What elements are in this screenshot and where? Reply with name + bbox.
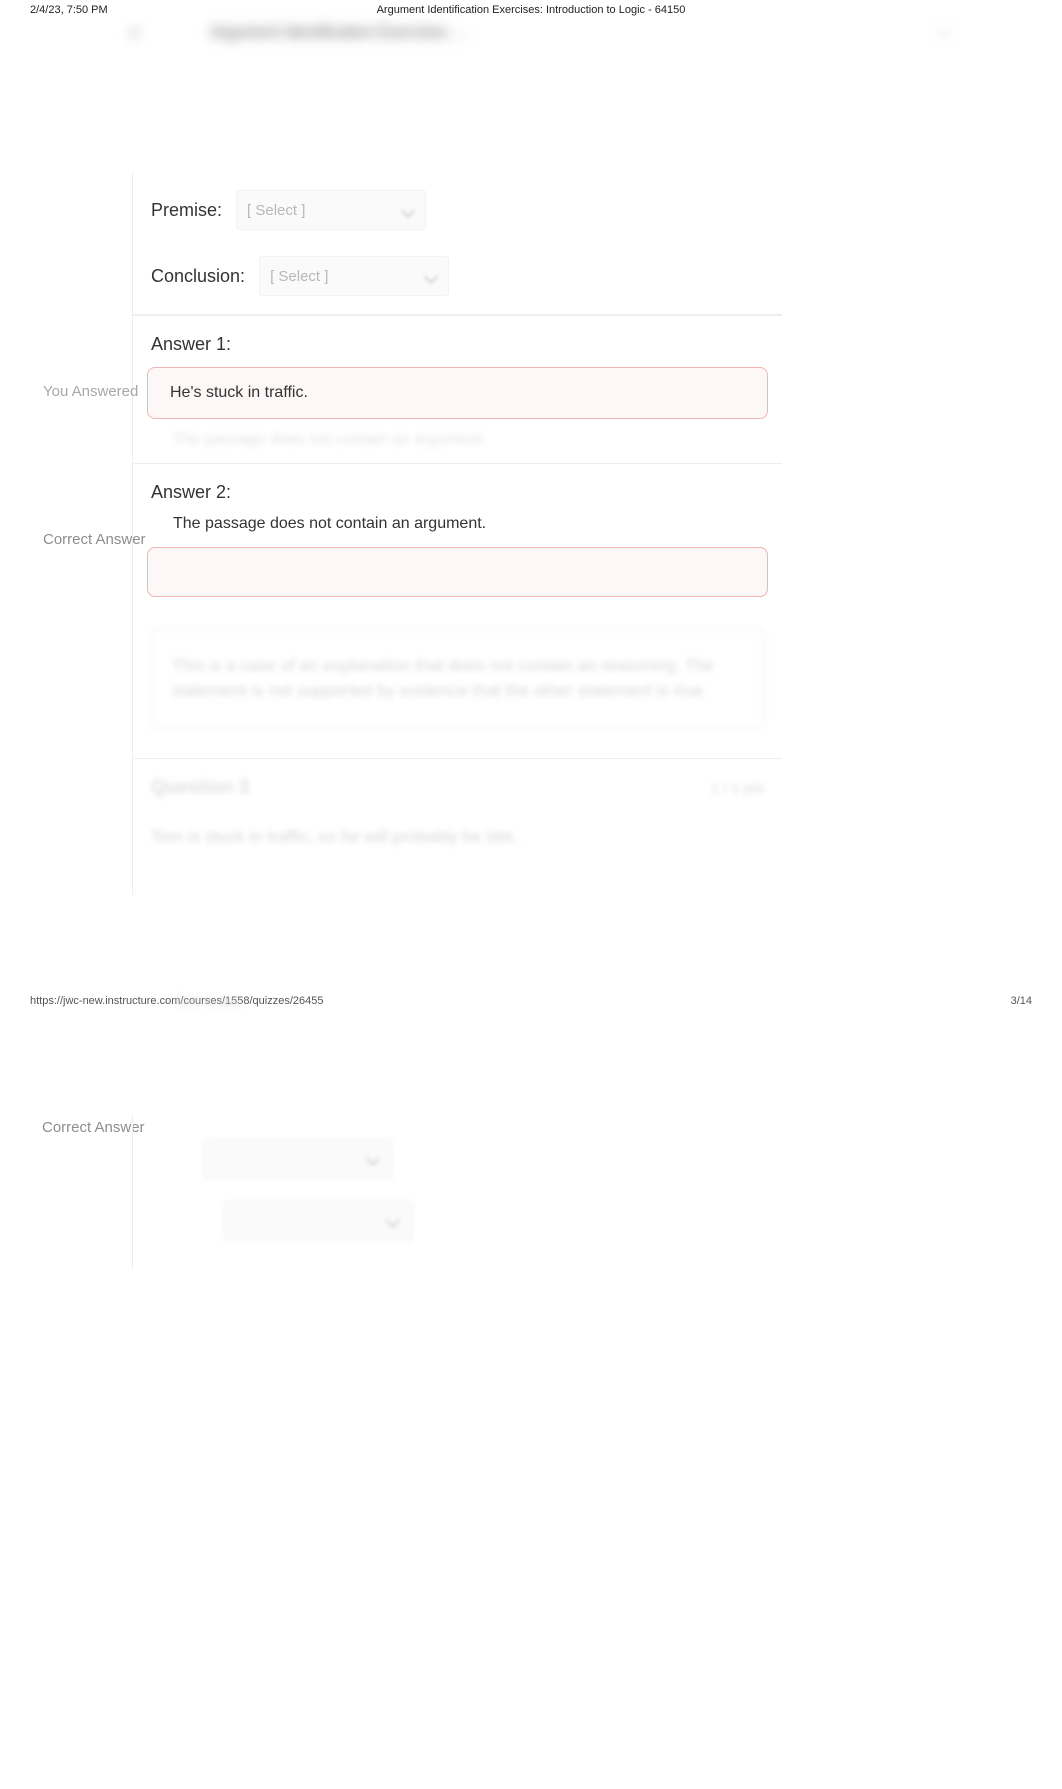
- print-footer: https://jwc-new.instructure.com/courses/…: [0, 995, 1062, 1015]
- conclusion-select[interactable]: [ Select ]: [259, 256, 449, 296]
- premise-label: Premise:: [151, 200, 222, 221]
- conclusion-row: Conclusion: [ Select ]: [133, 248, 782, 315]
- question-3-stem: Tom is stuck in traffic, so he will prob…: [151, 827, 764, 847]
- bottom-select-row-2: [133, 1187, 782, 1249]
- chevron-down-icon: [424, 269, 438, 283]
- question-3-points: 1 / 1 pts: [711, 780, 764, 797]
- conclusion-select-placeholder: [ Select ]: [270, 268, 328, 285]
- footer-overlay-text: Tom is late.: [174, 993, 245, 1009]
- question-3-header: Question 3 1 / 1 pts: [133, 758, 782, 805]
- print-title: Argument Identification Exercises: Intro…: [0, 4, 1062, 16]
- correct-answer-label-bottom: Correct Answer: [42, 1119, 145, 1136]
- bottom-select-row-1: [133, 1125, 782, 1187]
- question-2-panel: Premise: [ Select ] Conclusion: [ Select…: [132, 172, 782, 895]
- faded-correct-1: The passage does not contain an argument…: [173, 431, 768, 449]
- premise-select[interactable]: [ Select ]: [236, 190, 426, 230]
- conclusion-label: Conclusion:: [151, 266, 245, 287]
- bottom-select-2[interactable]: [223, 1201, 413, 1241]
- question-3-label: Question 3: [151, 777, 249, 799]
- you-answered-label: You Answered: [43, 383, 138, 400]
- correct-answer-2-text: The passage does not contain an argument…: [173, 515, 768, 533]
- main-content: Premise: [ Select ] Conclusion: [ Select…: [0, 172, 1062, 935]
- page: 2/4/23, 7:50 PM Argument Identification …: [0, 0, 1062, 1789]
- correct-answer-label: Correct Answer: [43, 531, 146, 548]
- student-answer-1: He's stuck in traffic.: [147, 367, 768, 419]
- footer-page-indicator: 3/14: [1011, 995, 1032, 1007]
- question-3-panel-fragment: [132, 1115, 782, 1269]
- bottom-select-1[interactable]: [203, 1139, 393, 1179]
- answer-2-heading: Answer 2:: [133, 463, 782, 515]
- premise-row: Premise: [ Select ]: [133, 172, 782, 248]
- student-answer-1-text: He's stuck in traffic.: [170, 384, 308, 401]
- print-header: 2/4/23, 7:50 PM Argument Identification …: [0, 0, 1062, 20]
- blurred-menu-icon: ···: [936, 24, 952, 42]
- blurred-nav-row: « Argument Identification Exercises … ··…: [100, 20, 962, 58]
- student-answer-2-empty: [147, 547, 768, 597]
- blurred-breadcrumb: Argument Identification Exercises …: [210, 24, 468, 42]
- blurred-back-icon: «: [130, 24, 139, 42]
- chevron-down-icon: [401, 203, 415, 217]
- explanation-note: This is a case of an explanation that do…: [151, 629, 764, 728]
- answer-1-heading: Answer 1:: [133, 315, 782, 367]
- premise-select-placeholder: [ Select ]: [247, 202, 305, 219]
